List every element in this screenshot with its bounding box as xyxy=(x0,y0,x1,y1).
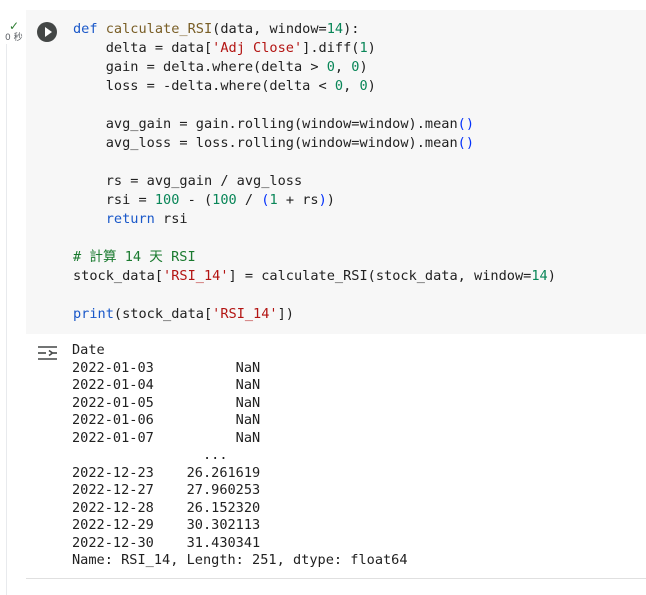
code-token: () xyxy=(457,135,475,151)
code-token: ] = calculate_RSI(stock_data, window= xyxy=(228,268,532,284)
code-token: def xyxy=(73,21,98,37)
code-token: ].diff( xyxy=(302,40,360,56)
cell-output: Date 2022-01-03 NaN 2022-01-04 NaN 2022-01-… xyxy=(26,334,646,579)
code-token: return xyxy=(105,211,155,227)
code-token: ): xyxy=(343,21,360,37)
code-token: rsi xyxy=(154,211,188,227)
code-token: stock_data[ xyxy=(73,268,164,284)
code-line: gain = delta.where(delta > 0, 0) xyxy=(73,58,556,77)
code-token: 0 xyxy=(359,78,368,94)
code-token: ) xyxy=(367,40,376,56)
code-token: loss = -delta.where(delta < xyxy=(73,78,335,94)
code-token: 100 xyxy=(154,192,180,208)
code-token: ) xyxy=(367,78,376,94)
output-line: ... xyxy=(72,447,261,463)
code-line: delta = data['Adj Close'].diff(1) xyxy=(73,39,556,58)
code-token: / xyxy=(236,192,262,208)
output-line: Date xyxy=(72,342,105,358)
code-token: + rs xyxy=(277,192,319,208)
code-line: stock_data['RSI_14'] = calculate_RSI(sto… xyxy=(73,267,556,286)
code-token: 100 xyxy=(212,192,237,208)
code-line: print(stock_data['RSI_14']) xyxy=(73,305,556,324)
code-line: avg_gain = gain.rolling(window=window).m… xyxy=(73,115,556,134)
code-token: 1 xyxy=(359,40,368,56)
code-line: rs = avg_gain / avg_loss xyxy=(73,172,556,191)
code-token: 'RSI_14' xyxy=(212,306,278,322)
output-line: 2022-01-03 NaN xyxy=(72,359,261,376)
code-token: () xyxy=(457,116,475,132)
code-token: 1 xyxy=(269,192,278,208)
code-token: ]) xyxy=(277,306,294,322)
cell-gutter: ✓ 0 秒 xyxy=(0,0,26,595)
code-line: avg_loss = loss.rolling(window=window).m… xyxy=(73,134,556,153)
output-line: 2022-12-28 26.152320 xyxy=(72,499,261,516)
check-icon: ✓ xyxy=(9,19,20,33)
output-line: 2022-01-04 NaN xyxy=(72,377,261,393)
code-token: delta = data[ xyxy=(73,40,213,56)
output-menu-icon[interactable] xyxy=(36,343,60,363)
code-token: calculate_RSI xyxy=(105,21,213,37)
code-token: 14 xyxy=(326,21,344,37)
output-line: 2022-01-07 NaN xyxy=(72,429,261,446)
code-token: - ( xyxy=(179,192,213,208)
cell-divider xyxy=(6,44,7,595)
code-token: ) xyxy=(326,192,335,208)
code-line: loss = -delta.where(delta < 0, 0) xyxy=(73,77,556,96)
code-token: avg_gain = gain.rolling(window=window).m… xyxy=(73,116,458,132)
output-line: 2022-12-23 26.261619 xyxy=(72,464,261,481)
code-token: avg_loss = loss.rolling(window=window).m… xyxy=(73,135,458,151)
code-token: ) xyxy=(318,192,327,208)
code-token: 14 xyxy=(531,268,548,284)
code-token: print xyxy=(73,306,114,322)
code-editor[interactable]: def calculate_RSI(data, window=14): delt… xyxy=(26,10,646,334)
code-token: 0 xyxy=(326,59,335,75)
code-token: , xyxy=(334,59,352,75)
output-line: 2022-01-05 NaN xyxy=(72,394,261,411)
code-line: # 計算 14 天 RSI xyxy=(73,248,556,267)
output-text: Date 2022-01-03 NaN 2022-01-04 NaN 2022-01-… xyxy=(72,342,408,570)
code-line: def calculate_RSI(data, window=14): xyxy=(73,20,556,39)
code-token: # 計算 14 天 RSI xyxy=(73,249,196,265)
code-token: 'Adj Close' xyxy=(212,40,303,56)
code-token: ) xyxy=(359,59,368,75)
code-token: 0 xyxy=(334,78,344,94)
output-line: 2022-01-06 NaN xyxy=(72,412,261,428)
output-line: 2022-12-29 30.302113 xyxy=(72,517,261,533)
code-text[interactable]: def calculate_RSI(data, window=14): delt… xyxy=(73,20,556,324)
output-line: 2022-12-27 27.960253 xyxy=(72,482,261,498)
code-token: 'RSI_14' xyxy=(163,268,229,284)
code-token: ) xyxy=(547,268,556,284)
code-token: , xyxy=(343,78,360,94)
code-cell[interactable]: def calculate_RSI(data, window=14): delt… xyxy=(26,10,646,579)
code-token: gain = delta.where(delta > xyxy=(73,59,327,75)
code-token: (data, window= xyxy=(212,21,327,37)
code-line: return rsi xyxy=(73,210,556,229)
code-token: rsi = xyxy=(73,192,155,208)
output-line: Name: RSI_14, Length: 251, dtype: float6… xyxy=(72,552,408,568)
code-token: (stock_data[ xyxy=(113,306,213,322)
play-icon[interactable] xyxy=(37,22,57,42)
code-token: rs = avg_gain / avg_loss xyxy=(73,173,303,189)
execution-time: 0 秒 xyxy=(5,33,23,43)
code-line: rsi = 100 - (100 / (1 + rs)) xyxy=(73,191,556,210)
output-line: 2022-12-30 31.430341 xyxy=(72,534,261,551)
